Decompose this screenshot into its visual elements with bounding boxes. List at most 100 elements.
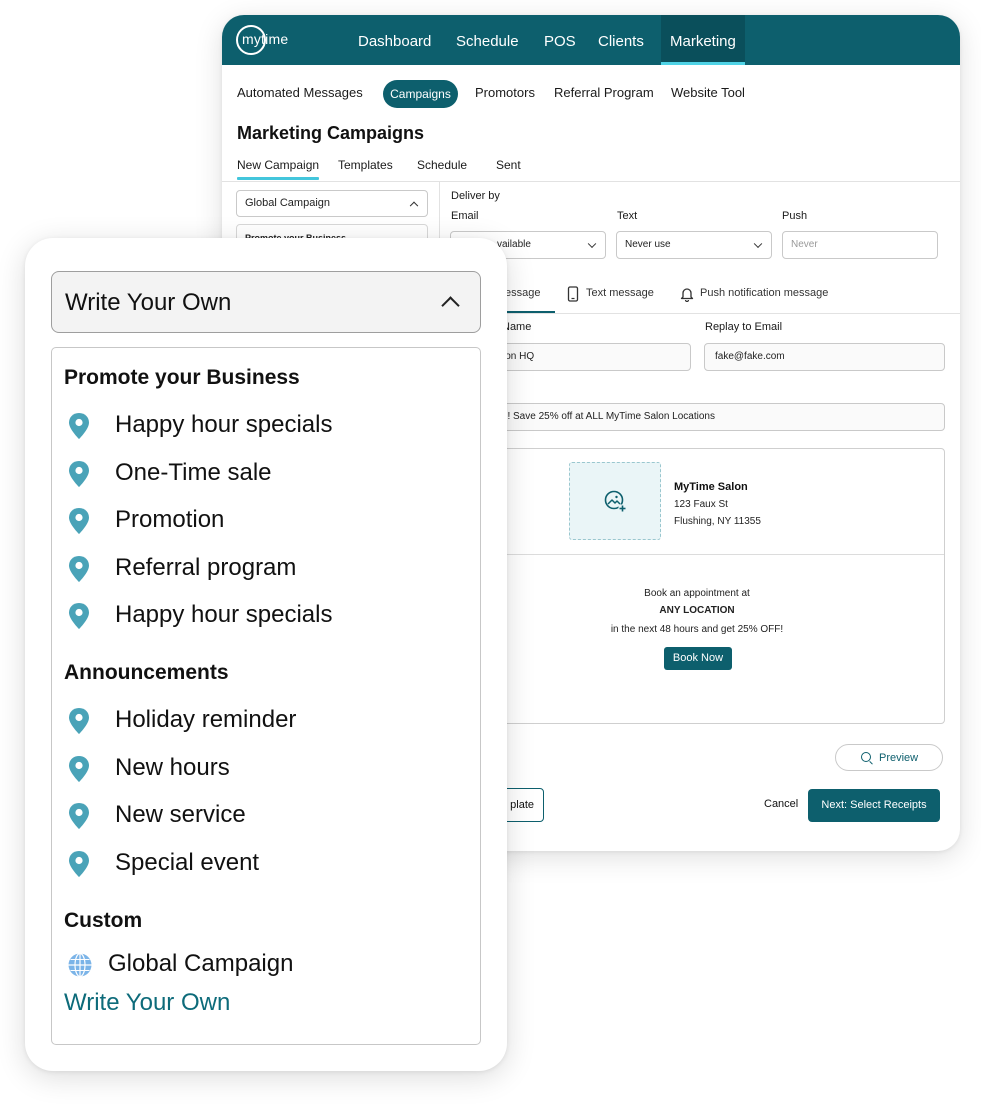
tab-push-message[interactable]: Push notification message [700,287,828,299]
salon-address-line1: 123 Faux St [674,499,728,510]
tab-templates[interactable]: Templates [338,158,393,172]
tabs-divider [222,181,960,182]
subnav-automated-messages[interactable]: Automated Messages [237,85,363,100]
option-label: New service [115,801,246,828]
campaign-type-select[interactable]: Write Your Own [51,271,481,333]
email-label: Email [451,210,479,222]
reply-email-input[interactable]: fake@fake.com [704,343,945,371]
option-label: Promotion [115,506,225,533]
nav-dashboard[interactable]: Dashboard [358,15,431,65]
option-happy-hour-specials[interactable]: Happy hour specials [65,409,385,443]
nav-schedule[interactable]: Schedule [456,15,519,65]
chevron-up-icon [441,296,460,315]
globe-icon [68,952,92,978]
email-frequency-value: vailable [497,239,531,250]
map-pin-icon [69,603,89,629]
next-select-receipts-button[interactable]: Next: Select Receipts [808,789,940,822]
nav-pos[interactable]: POS [544,15,576,65]
option-label: Holiday reminder [115,706,297,733]
option-label: New hours [115,754,230,781]
campaign-type-list [51,347,481,1045]
option-label: Referral program [115,554,297,581]
campaign-select-value: Global Campaign [245,197,330,209]
option-label: Happy hour specials [115,601,333,628]
nav-clients[interactable]: Clients [598,15,644,65]
map-pin-icon [69,851,89,877]
salon-name: MyTime Salon [674,481,748,493]
cancel-button[interactable]: Cancel [764,798,798,810]
option-new-service[interactable]: New service [65,799,385,833]
tab-new-campaign[interactable]: New Campaign [237,158,319,172]
chevron-down-icon [753,239,763,249]
nav-marketing[interactable]: Marketing [661,15,745,65]
map-pin-icon [69,556,89,582]
preview-button-label: Preview [879,752,919,764]
map-pin-icon [69,508,89,534]
option-promotion[interactable]: Promotion [65,504,385,538]
text-frequency-select[interactable]: Never use [616,231,772,259]
option-holiday-reminder[interactable]: Holiday reminder [65,704,385,738]
chevron-down-icon [587,239,597,249]
text-label: Text [617,210,638,222]
option-one-time-sale[interactable]: One-Time sale [65,457,385,491]
page-title: Marketing Campaigns [237,123,425,143]
push-frequency-input[interactable]: Never [782,231,938,259]
active-tab-indicator [237,177,319,180]
chevron-up-icon [409,201,419,210]
subnav-website-tool[interactable]: Website Tool [671,85,745,100]
option-label: Special event [115,849,260,876]
map-pin-icon [69,708,89,734]
save-template-label: plate [510,799,534,811]
promo-line2: ANY LOCATION [659,605,735,616]
phone-icon [567,286,579,302]
map-pin-icon [69,461,89,487]
preview-divider [497,554,944,555]
text-frequency-value: Never use [625,239,671,250]
subject-input[interactable]: E!! Save 25% off at ALL MyTime Salon Loc… [462,403,945,431]
image-add-icon [604,490,627,513]
bell-icon [680,288,694,302]
option-happy-hour-specials-2[interactable]: Happy hour specials [65,599,385,633]
push-label: Push [782,210,808,222]
promo-line3: in the next 48 hours and get 25% OFF! [610,624,784,635]
book-now-button[interactable]: Book Now [664,647,732,670]
map-pin-icon [69,756,89,782]
logo-text: mytime [242,31,289,47]
preview-button[interactable]: Preview [835,744,943,771]
option-referral-program[interactable]: Referral program [65,552,385,586]
search-icon [861,752,871,762]
push-frequency-placeholder: Never [791,239,818,250]
map-pin-icon [69,803,89,829]
subnav-campaigns[interactable]: Campaigns [383,80,458,108]
promo-line1: Book an appointment at [644,588,750,599]
deliver-by-label: Deliver by [451,190,500,202]
tab-sent[interactable]: Sent [496,158,521,172]
map-pin-icon [69,413,89,439]
campaign-type-dropdown-card: Write Your Own Promote your Business Hap… [25,238,507,1071]
sender-name-value: lon HQ [503,351,535,362]
subnav-referral-program[interactable]: Referral Program [554,85,654,100]
option-label: Happy hour specials [115,411,333,438]
reply-email-label: Replay to Email [705,321,783,333]
option-global-campaign[interactable]: Global Campaign [108,950,293,978]
subject-value: E!! Save 25% off at ALL MyTime Salon Loc… [498,411,715,422]
tab-text-message[interactable]: Text message [586,287,654,299]
option-special-event[interactable]: Special event [65,847,385,881]
group-header-promote: Promote your Business [64,366,300,389]
option-new-hours[interactable]: New hours [65,752,385,786]
reply-email-value: fake@fake.com [715,351,785,362]
campaign-type-selected: Write Your Own [65,289,232,316]
group-header-custom: Custom [64,909,143,932]
tab-email-message[interactable]: essage [505,287,540,299]
option-label: One-Time sale [115,459,272,486]
option-write-your-own[interactable]: Write Your Own [64,989,230,1017]
message-tabs-divider [440,313,960,314]
image-upload-placeholder[interactable] [569,462,661,540]
mytime-logo[interactable]: mytime [236,25,302,55]
salon-address-line2: Flushing, NY 11355 [674,516,761,527]
group-header-announcements: Announcements [64,661,229,684]
tab-schedule[interactable]: Schedule [417,158,467,172]
subnav-promotors[interactable]: Promotors [475,85,535,100]
top-nav-bar: mytime Dashboard Schedule POS Clients Ma… [222,15,960,65]
campaign-select[interactable]: Global Campaign [236,190,428,217]
